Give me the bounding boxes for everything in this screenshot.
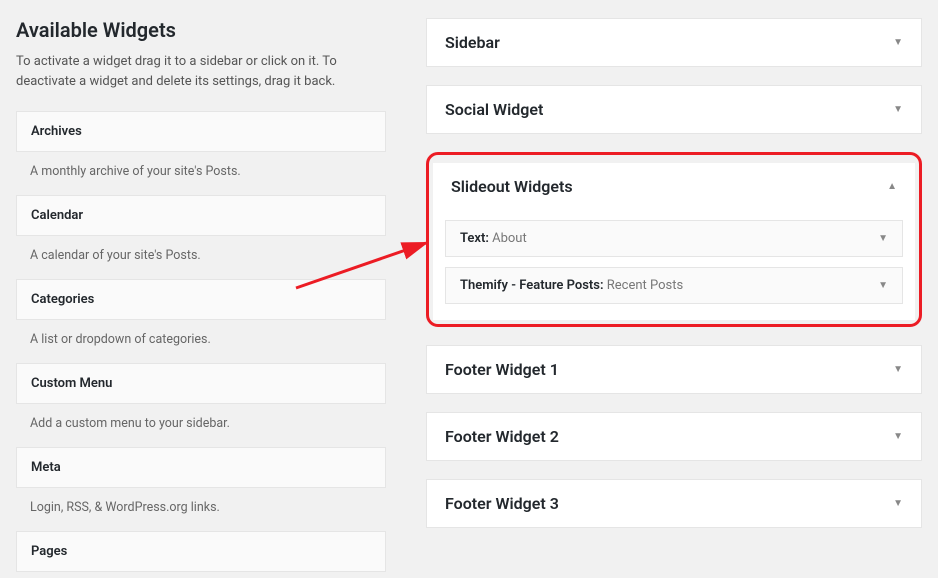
caret-down-icon: ▼ [893,498,903,509]
widget-area-title: Social Widget [445,100,543,119]
available-widget-item[interactable]: Custom Menu Add a custom menu to your si… [16,363,386,447]
available-widgets-panel: Available Widgets To activate a widget d… [16,18,386,572]
available-widgets-title: Available Widgets [16,18,386,42]
placed-widget-item[interactable]: Text: About ▼ [445,220,903,257]
widget-area-footer2[interactable]: Footer Widget 2 ▼ [426,412,922,461]
placed-widget-subtitle: Recent Posts [604,278,684,293]
widget-name[interactable]: Calendar [16,195,386,236]
available-widget-item[interactable]: Archives A monthly archive of your site'… [16,111,386,195]
widget-area-title: Footer Widget 3 [445,494,559,513]
placed-widget-title: Themify - Feature Posts: [460,278,604,293]
caret-down-icon: ▼ [893,37,903,48]
widget-description: Login, RSS, & WordPress.org links. [16,488,386,531]
caret-down-icon: ▼ [878,233,888,244]
widget-description: A monthly archive of your site's Posts. [16,152,386,195]
widget-name[interactable]: Archives [16,111,386,152]
widget-area-sidebar[interactable]: Sidebar ▼ [426,18,922,67]
caret-down-icon: ▼ [893,431,903,442]
widget-name[interactable]: Categories [16,279,386,320]
widget-area-social[interactable]: Social Widget ▼ [426,85,922,134]
highlighted-annotation: Slideout Widgets ▲ Text: About ▼ Themify… [426,152,922,327]
widget-description: A calendar of your site's Posts. [16,236,386,279]
widget-description: Add a custom menu to your sidebar. [16,404,386,447]
caret-down-icon: ▼ [893,104,903,115]
widget-name[interactable]: Custom Menu [16,363,386,404]
available-widget-item[interactable]: Pages [16,531,386,572]
widget-area-title: Sidebar [445,33,500,52]
widget-area-body: Text: About ▼ Themify - Feature Posts: R… [433,210,915,320]
widget-description: A list or dropdown of categories. [16,320,386,363]
available-widget-item[interactable]: Calendar A calendar of your site's Posts… [16,195,386,279]
widget-name[interactable]: Meta [16,447,386,488]
available-widgets-description: To activate a widget drag it to a sideba… [16,52,386,91]
caret-down-icon: ▼ [893,364,903,375]
placed-widget-item[interactable]: Themify - Feature Posts: Recent Posts ▼ [445,267,903,304]
widget-area-title: Slideout Widgets [451,177,573,196]
widget-area-slideout[interactable]: Slideout Widgets ▲ Text: About ▼ Themify… [433,163,915,320]
widget-area-footer3[interactable]: Footer Widget 3 ▼ [426,479,922,528]
widget-area-footer1[interactable]: Footer Widget 1 ▼ [426,345,922,394]
sidebar-areas-panel: Sidebar ▼ Social Widget ▼ Slideout Widge… [426,18,922,572]
placed-widget-subtitle: About [489,231,527,246]
widget-area-title: Footer Widget 2 [445,427,559,446]
caret-up-icon: ▲ [887,181,897,192]
placed-widget-title: Text: [460,231,489,246]
available-widget-item[interactable]: Categories A list or dropdown of categor… [16,279,386,363]
caret-down-icon: ▼ [878,280,888,291]
widget-name[interactable]: Pages [16,531,386,572]
available-widget-item[interactable]: Meta Login, RSS, & WordPress.org links. [16,447,386,531]
widget-area-title: Footer Widget 1 [445,360,559,379]
